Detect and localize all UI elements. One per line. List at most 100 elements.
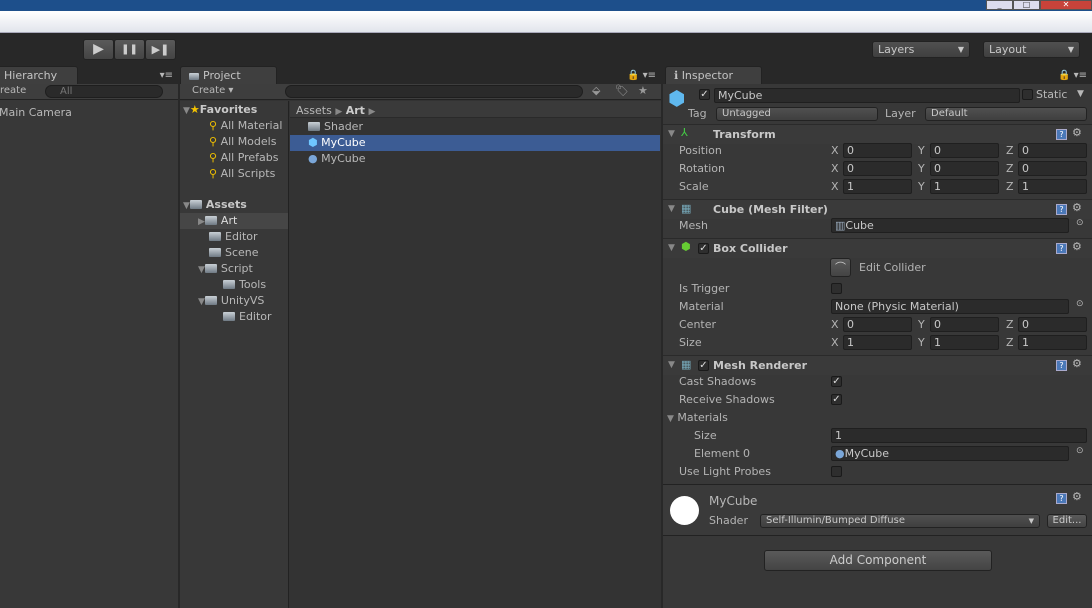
materials-size-field[interactable]: 1 — [831, 428, 1087, 443]
gear-icon[interactable]: ⚙ — [1072, 201, 1082, 214]
name-field[interactable]: MyCube — [714, 88, 1020, 103]
x-field[interactable]: 1 — [843, 335, 912, 350]
project-search-input[interactable] — [285, 85, 583, 98]
tree-item-script[interactable]: ▼ Script — [198, 262, 253, 275]
help-icon[interactable]: ? — [1056, 493, 1067, 504]
favorite-item[interactable]: ⚲ All Material — [209, 119, 282, 132]
shader-dropdown[interactable]: Self-Illumin/Bumped Diffuse ▼ — [760, 514, 1040, 528]
panel-menu-icon[interactable]: ▾≡ — [160, 70, 173, 81]
tree-item-art[interactable]: ▶ Art — [198, 214, 237, 227]
physic-material-field[interactable]: None (Physic Material) — [831, 299, 1069, 314]
tree-item-editor[interactable]: Editor — [209, 230, 258, 243]
box-collider-icon: ⬢ — [681, 240, 691, 253]
favorite-item[interactable]: ⚲ All Prefabs — [209, 151, 279, 164]
transform-header[interactable]: ▼ ⅄ Transform ? ⚙ — [663, 124, 1092, 144]
static-checkbox[interactable] — [1022, 89, 1033, 100]
object-picker-icon[interactable]: ⊙ — [1076, 218, 1084, 228]
favorite-star-icon[interactable]: ★ — [638, 84, 648, 97]
tree-label: Tools — [239, 278, 267, 291]
x-field[interactable]: 0 — [843, 143, 912, 158]
y-field[interactable]: 0 — [930, 317, 999, 332]
shader-value: Self-Illumin/Bumped Diffuse — [766, 515, 905, 526]
step-button[interactable]: ▶❚ — [145, 39, 176, 60]
cast-shadows-checkbox[interactable]: ✓ — [831, 376, 842, 387]
breadcrumb-assets[interactable]: Assets — [296, 104, 332, 117]
light-probes-checkbox[interactable] — [831, 466, 842, 477]
y-field[interactable]: 1 — [930, 179, 999, 194]
tree-item-editor[interactable]: Editor — [223, 310, 272, 323]
hierarchy-search-input[interactable]: All — [45, 85, 163, 98]
panel-menu-icon[interactable]: 🔒 ▾≡ — [1058, 70, 1087, 81]
receive-shadows-checkbox[interactable]: ✓ — [831, 394, 842, 405]
close-button[interactable]: ✕ — [1040, 0, 1092, 10]
assets-header[interactable]: ▼ Assets — [183, 198, 247, 211]
layout-dropdown[interactable]: Layout ▼ — [983, 41, 1080, 58]
file-item[interactable]: ● MyCube — [308, 152, 366, 165]
tree-item-unityvs[interactable]: ▼ UnityVS — [198, 294, 264, 307]
help-icon[interactable]: ? — [1056, 243, 1067, 254]
y-field[interactable]: 0 — [930, 161, 999, 176]
gear-icon[interactable]: ⚙ — [1072, 490, 1082, 503]
active-checkbox[interactable]: ✓ — [699, 89, 710, 100]
layers-dropdown[interactable]: Layers ▼ — [872, 41, 970, 58]
tab-inspector[interactable]: ℹ Inspector — [665, 66, 762, 84]
is-trigger-checkbox[interactable] — [831, 283, 842, 294]
help-icon[interactable]: ? — [1056, 129, 1067, 140]
vector-label: Position — [679, 144, 722, 157]
y-field[interactable]: 0 — [930, 143, 999, 158]
mesh-field[interactable]: ▥Cube — [831, 218, 1069, 233]
edit-collider-button[interactable]: ⌒ — [830, 258, 851, 277]
tree-item-scene[interactable]: Scene — [209, 246, 259, 259]
gear-icon[interactable]: ⚙ — [1072, 357, 1082, 370]
play-button[interactable]: ▶ — [83, 39, 114, 60]
filter-label-icon[interactable]: 🏷 — [615, 84, 629, 97]
tree-item-tools[interactable]: Tools — [223, 278, 266, 291]
minimize-button[interactable]: _ — [986, 0, 1013, 10]
hierarchy-item[interactable]: Main Camera — [0, 106, 72, 119]
create-dropdown[interactable]: reate — [0, 85, 26, 96]
box-collider-header[interactable]: ▼ ⬢ ✓ Box Collider ? ⚙ — [663, 238, 1092, 258]
component-title: Transform — [713, 128, 776, 141]
x-field[interactable]: 0 — [843, 317, 912, 332]
z-field[interactable]: 0 — [1018, 161, 1087, 176]
maximize-button[interactable]: □ — [1013, 0, 1040, 10]
favorite-item[interactable]: ⚲ All Scripts — [209, 167, 275, 180]
tab-hierarchy[interactable]: Hierarchy — [0, 66, 78, 84]
object-picker-icon[interactable]: ⊙ — [1076, 446, 1084, 456]
x-field[interactable]: 1 — [843, 179, 912, 194]
edit-shader-button[interactable]: Edit... — [1047, 514, 1087, 528]
create-dropdown[interactable]: Create ▾ — [192, 85, 233, 96]
help-icon[interactable]: ? — [1056, 204, 1067, 215]
project-panel: Project 🔒 ▾≡ Create ▾ ⬙ 🏷 ★ ▼★Favorites … — [180, 66, 661, 608]
file-item[interactable]: Shader — [308, 120, 363, 133]
gear-icon[interactable]: ⚙ — [1072, 240, 1082, 253]
gear-icon[interactable]: ⚙ — [1072, 126, 1082, 139]
x-field[interactable]: 0 — [843, 161, 912, 176]
layer-dropdown[interactable]: Default — [925, 107, 1087, 121]
file-item-selected[interactable]: ⬢ MyCube — [308, 136, 366, 149]
help-icon[interactable]: ? — [1056, 360, 1067, 371]
panel-menu-icon[interactable]: 🔒 ▾≡ — [627, 70, 656, 81]
enabled-checkbox[interactable]: ✓ — [698, 243, 709, 254]
favorites-header[interactable]: ▼★Favorites — [183, 103, 257, 116]
filter-type-icon[interactable]: ⬙ — [592, 84, 600, 97]
z-field[interactable]: 1 — [1018, 335, 1087, 350]
tag-dropdown[interactable]: Untagged — [716, 107, 878, 121]
z-field[interactable]: 0 — [1018, 317, 1087, 332]
z-field[interactable]: 0 — [1018, 143, 1087, 158]
mesh-filter-header[interactable]: ▼ ▦ Cube (Mesh Filter) ? ⚙ — [663, 199, 1092, 219]
z-field[interactable]: 1 — [1018, 179, 1087, 194]
y-field[interactable]: 1 — [930, 335, 999, 350]
element0-field[interactable]: ●MyCube — [831, 446, 1069, 461]
object-picker-icon[interactable]: ⊙ — [1076, 299, 1084, 309]
breadcrumb-art[interactable]: Art — [346, 104, 365, 117]
favorite-item[interactable]: ⚲ All Models — [209, 135, 276, 148]
static-dropdown-arrow-icon[interactable]: ▼ — [1077, 89, 1084, 99]
materials-foldout[interactable]: ▼ Materials — [667, 411, 728, 424]
mesh-renderer-header[interactable]: ▼ ▦ ✓ Mesh Renderer ? ⚙ — [663, 355, 1092, 375]
add-component-button[interactable]: Add Component — [764, 550, 992, 571]
enabled-checkbox[interactable]: ✓ — [698, 360, 709, 371]
foldout-icon: ▼ — [667, 414, 674, 424]
pause-button[interactable]: ❚❚ — [114, 39, 145, 60]
tab-project[interactable]: Project — [180, 66, 277, 84]
